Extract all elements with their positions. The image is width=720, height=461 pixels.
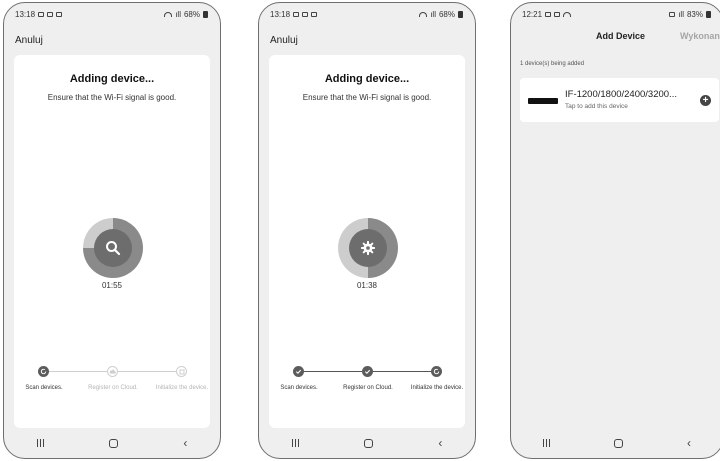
progress-ring	[338, 218, 398, 278]
check-icon	[364, 369, 371, 375]
done-button[interactable]: Wykonano	[680, 31, 720, 41]
signal-icon: ıll	[430, 9, 436, 19]
cloud-icon	[109, 369, 116, 374]
back-button[interactable]: ‹	[687, 437, 691, 449]
device-list-item[interactable]: IF-1200/1800/2400/3200... Tap to add thi…	[520, 78, 719, 122]
recents-button[interactable]	[291, 439, 299, 447]
device-hint: Tap to add this device	[565, 103, 628, 110]
battery-icon	[203, 10, 208, 18]
notification-icon	[302, 11, 309, 17]
step-init-dot	[431, 366, 442, 377]
header: Add Device Wykonano	[511, 29, 720, 45]
progress-ring	[83, 218, 143, 278]
status-time: 13:18	[270, 9, 291, 19]
phone-screen-add-device: 12:21 ıll 83% Add Device Wykonano 1 devi…	[510, 2, 720, 459]
step-connector	[368, 371, 437, 372]
status-bar: 13:18 ıll 68%	[259, 3, 475, 25]
search-icon	[106, 241, 121, 256]
step-connector	[299, 371, 368, 372]
signal-icon: ıll	[175, 9, 181, 19]
phone-screen-scanning: 13:18 ıll 68% Anuluj Adding device... En…	[3, 2, 221, 459]
step-init-label: Initialize the device.	[155, 385, 209, 391]
phone-screen-initializing: 13:18 ıll 68% Anuluj Adding device... En…	[258, 2, 476, 459]
countdown-timer: 01:38	[356, 281, 378, 290]
status-bar: 13:18 ıll 68%	[4, 3, 220, 25]
recents-button[interactable]	[36, 439, 44, 447]
wifi-icon	[563, 11, 572, 17]
ring-center	[349, 229, 387, 267]
recents-button[interactable]	[543, 439, 550, 447]
battery-percent: 68%	[183, 9, 200, 19]
card-title: Adding device...	[324, 73, 410, 85]
refresh-icon	[40, 368, 47, 375]
alarm-icon	[669, 11, 676, 17]
check-icon	[295, 369, 302, 375]
nav-bar: ‹	[259, 428, 475, 458]
device-thumbnail	[528, 98, 558, 104]
notification-icon	[545, 11, 552, 17]
step-cloud-label: Register on Cloud.	[343, 385, 393, 391]
adding-device-card: Adding device... Ensure that the Wi-Fi s…	[14, 55, 210, 428]
notification-icon	[554, 11, 561, 17]
card-subtitle: Ensure that the Wi-Fi signal is good.	[302, 93, 432, 102]
home-button[interactable]	[363, 438, 373, 448]
status-bar: 12:21 ıll 83%	[511, 3, 720, 25]
device-name: IF-1200/1800/2400/3200...	[565, 89, 677, 100]
battery-icon	[458, 10, 463, 18]
mail-icon	[311, 11, 318, 17]
back-button[interactable]: ‹	[438, 437, 442, 449]
step-scan-label: Scan devices.	[280, 385, 318, 391]
back-button[interactable]: ‹	[183, 437, 187, 449]
notification-icon	[47, 11, 54, 17]
status-time: 13:18	[15, 9, 36, 19]
devices-being-added-count: 1 device(s) being added	[520, 61, 585, 67]
battery-icon	[706, 10, 711, 18]
cube-icon	[179, 369, 184, 374]
step-cloud-label: Register on Cloud.	[88, 385, 138, 391]
plus-circle-icon[interactable]: +	[700, 95, 711, 106]
card-subtitle: Ensure that the Wi-Fi signal is good.	[47, 93, 177, 102]
notification-icon	[38, 11, 45, 17]
countdown-timer: 01:55	[101, 281, 123, 290]
card-title: Adding device...	[69, 73, 155, 85]
gear-icon	[361, 241, 375, 255]
step-init-dot	[176, 366, 187, 377]
wifi-icon	[419, 11, 428, 17]
step-cloud-dot	[107, 366, 118, 377]
step-init-label: Initialize the device.	[410, 385, 464, 391]
signal-icon: ıll	[678, 9, 684, 19]
cancel-button[interactable]: Anuluj	[270, 35, 298, 46]
home-button[interactable]	[108, 438, 118, 448]
step-scan-label: Scan devices.	[25, 385, 63, 391]
page-title: Add Device	[596, 31, 646, 41]
home-button[interactable]	[614, 438, 623, 448]
battery-percent: 68%	[438, 9, 455, 19]
nav-bar: ‹	[511, 428, 720, 458]
notification-icon	[293, 11, 300, 17]
status-time: 12:21	[522, 9, 543, 19]
step-scan-dot	[293, 366, 304, 377]
refresh-icon	[433, 368, 440, 375]
battery-percent: 83%	[686, 9, 703, 19]
mail-icon	[56, 11, 63, 17]
step-scan-dot	[38, 366, 49, 377]
step-cloud-dot	[362, 366, 373, 377]
cancel-button[interactable]: Anuluj	[15, 35, 43, 46]
step-connector	[44, 371, 113, 372]
adding-device-card: Adding device... Ensure that the Wi-Fi s…	[269, 55, 465, 428]
step-connector	[113, 371, 182, 372]
wifi-icon	[164, 11, 173, 17]
nav-bar: ‹	[4, 428, 220, 458]
ring-center	[94, 229, 132, 267]
